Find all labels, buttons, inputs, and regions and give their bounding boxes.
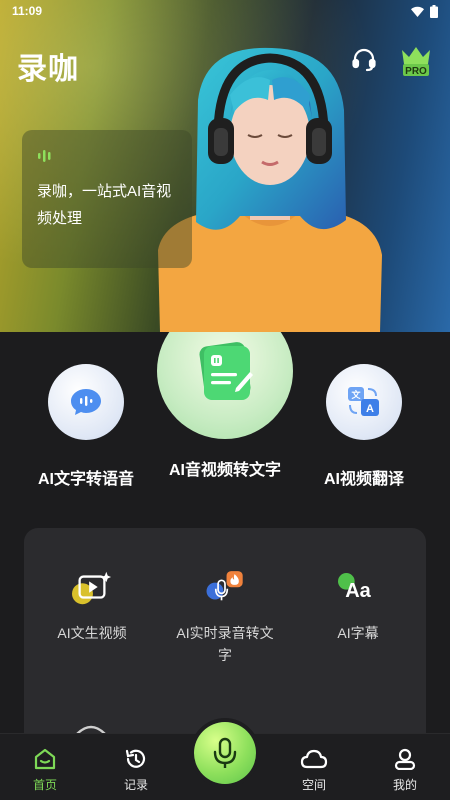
speech-bubble-icon bbox=[71, 389, 101, 415]
feature-text-to-speech-circle bbox=[48, 364, 124, 440]
realtime-mic-icon bbox=[205, 568, 245, 608]
transcribe-icon bbox=[199, 342, 253, 400]
feature-av-to-text-label: AI音视频转文字 bbox=[168, 462, 281, 479]
text-to-video-icon bbox=[72, 568, 112, 608]
svg-text:A: A bbox=[366, 403, 374, 415]
nav-mine[interactable]: 我的 bbox=[375, 748, 435, 793]
status-bar: 11:09 bbox=[0, 0, 450, 22]
home-icon bbox=[34, 748, 56, 770]
hero-banner: 录咖 PRO 录咖，一站式AI音视频处理 bbox=[0, 0, 450, 332]
intro-card: 录咖，一站式AI音视频处理 bbox=[22, 130, 192, 268]
intro-text: 录咖，一站式AI音视频处理 bbox=[37, 183, 172, 227]
record-mic-button[interactable] bbox=[194, 722, 256, 784]
wifi-icon bbox=[411, 6, 424, 17]
cloud-icon bbox=[300, 749, 328, 769]
partially-hidden-tool-icon bbox=[71, 721, 111, 733]
feature-video-translate-circle: 文 A bbox=[326, 364, 402, 440]
tool-text-to-video[interactable]: AI文生视频 bbox=[32, 568, 152, 644]
nav-records-label: 记录 bbox=[123, 778, 148, 792]
translate-icon: 文 A bbox=[348, 387, 379, 416]
microphone-icon bbox=[213, 737, 237, 768]
pro-membership-button[interactable]: PRO bbox=[398, 42, 434, 78]
feature-text-to-speech[interactable]: AI文字转语音 bbox=[30, 364, 142, 489]
tool-subtitle-label: AI字幕 bbox=[337, 625, 379, 641]
svg-text:文: 文 bbox=[350, 389, 361, 400]
profile-icon bbox=[394, 748, 416, 770]
tool-subtitle[interactable]: Aa AI字幕 bbox=[298, 568, 418, 644]
subtitle-icon: Aa bbox=[338, 568, 378, 608]
nav-space-label: 空间 bbox=[301, 778, 326, 792]
battery-icon bbox=[430, 4, 438, 18]
nav-records[interactable]: 记录 bbox=[106, 748, 166, 793]
app-title: 录咖 bbox=[17, 53, 79, 86]
nav-home-label: 首页 bbox=[32, 778, 57, 792]
subtitle-glyph: Aa bbox=[345, 580, 371, 602]
tool-realtime-transcribe[interactable]: AI实时录音转文字 bbox=[165, 568, 285, 666]
crown-icon: PRO bbox=[402, 47, 430, 77]
status-icons bbox=[411, 4, 438, 18]
sound-wave-icon bbox=[38, 150, 51, 162]
nav-home[interactable]: 首页 bbox=[15, 748, 75, 793]
pro-badge-text: PRO bbox=[405, 66, 427, 77]
headset-icon bbox=[352, 48, 376, 72]
tool-realtime-transcribe-label: AI实时录音转文字 bbox=[176, 625, 274, 663]
feature-video-translate[interactable]: 文 A AI视频翻译 bbox=[318, 364, 410, 489]
tool-text-to-video-label: AI文生视频 bbox=[57, 625, 127, 641]
feature-text-to-speech-label: AI文字转语音 bbox=[37, 471, 134, 488]
feature-video-translate-label: AI视频翻译 bbox=[323, 471, 404, 488]
nav-mine-label: 我的 bbox=[392, 778, 417, 792]
status-time: 11:09 bbox=[12, 4, 43, 18]
customer-service-button[interactable] bbox=[349, 44, 379, 74]
nav-space[interactable]: 空间 bbox=[284, 748, 344, 793]
history-icon bbox=[125, 749, 146, 768]
